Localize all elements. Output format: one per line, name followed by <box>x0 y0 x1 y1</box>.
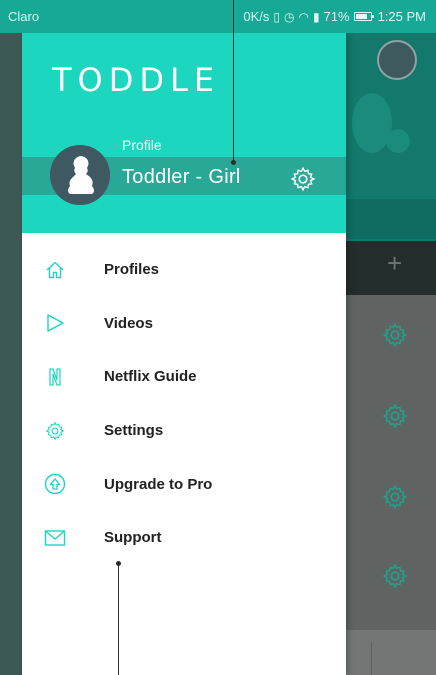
background-gear-icon[interactable] <box>382 403 408 429</box>
profile-name[interactable]: Toddler - Girl <box>122 166 241 189</box>
gear-icon <box>44 420 66 442</box>
alarm-icon: ◷ <box>283 9 295 24</box>
profile-avatar[interactable] <box>50 145 110 205</box>
menu-item-support[interactable]: Support <box>22 511 346 565</box>
annotation-line-top <box>233 0 234 163</box>
background-band <box>346 199 436 239</box>
annotation-line-right <box>371 642 372 675</box>
menu-label: Settings <box>104 422 164 440</box>
mail-icon <box>44 527 66 549</box>
menu-label: Netflix Guide <box>104 368 197 386</box>
background-gear-icon[interactable] <box>382 484 408 510</box>
clock: 1:25 PM <box>377 9 426 24</box>
menu-label: Videos <box>104 314 153 332</box>
annotation-dot-bottom <box>116 561 121 566</box>
netflix-icon <box>44 366 66 388</box>
upload-icon <box>44 473 66 495</box>
annotation-dot-top <box>231 160 236 165</box>
background-add-button[interactable]: + <box>387 250 402 276</box>
menu-item-netflix-guide[interactable]: Netflix Guide <box>22 350 346 404</box>
wifi-icon: ◠ <box>298 9 309 24</box>
status-indicators: 0K/s ▯ ◷ ◠ ▮ 71% 1:25 PM <box>243 9 426 24</box>
home-icon <box>44 259 66 281</box>
menu-label: Upgrade to Pro <box>104 475 213 493</box>
signal-icon: ▮ <box>312 9 320 24</box>
profile-settings-gear-icon[interactable] <box>290 166 316 192</box>
vibrate-icon: ▯ <box>273 9 280 24</box>
menu-item-videos[interactable]: Videos <box>22 297 346 351</box>
play-icon <box>44 312 66 334</box>
app-brand: TODDLE <box>52 61 221 99</box>
menu-label: Support <box>104 529 162 547</box>
background-avatar[interactable] <box>377 40 417 80</box>
menu-item-settings[interactable]: Settings <box>22 404 346 458</box>
battery-icon <box>353 12 374 21</box>
carrier-label: Claro <box>8 9 40 24</box>
annotation-line-bottom <box>118 563 119 675</box>
battery-percent: 71% <box>323 9 350 24</box>
background-footer <box>346 630 436 675</box>
status-bar: Claro 0K/s ▯ ◷ ◠ ▮ 71% 1:25 PM <box>0 0 436 33</box>
navigation-drawer: TODDLE Profile Toddler - Girl Profiles V… <box>22 33 346 675</box>
drawer-menu: Profiles Videos Netflix Guide Settings U… <box>22 243 346 565</box>
profile-caption: Profile <box>122 137 162 153</box>
menu-item-upgrade-to-pro[interactable]: Upgrade to Pro <box>22 457 346 511</box>
background-gear-icon[interactable] <box>382 322 408 348</box>
menu-label: Profiles <box>104 261 160 279</box>
drawer-header: TODDLE Profile Toddler - Girl <box>22 33 346 233</box>
menu-item-profiles[interactable]: Profiles <box>22 243 346 297</box>
toddler-silhouette-icon <box>50 145 110 205</box>
background-gear-icon[interactable] <box>382 563 408 589</box>
network-speed: 0K/s <box>243 9 270 24</box>
